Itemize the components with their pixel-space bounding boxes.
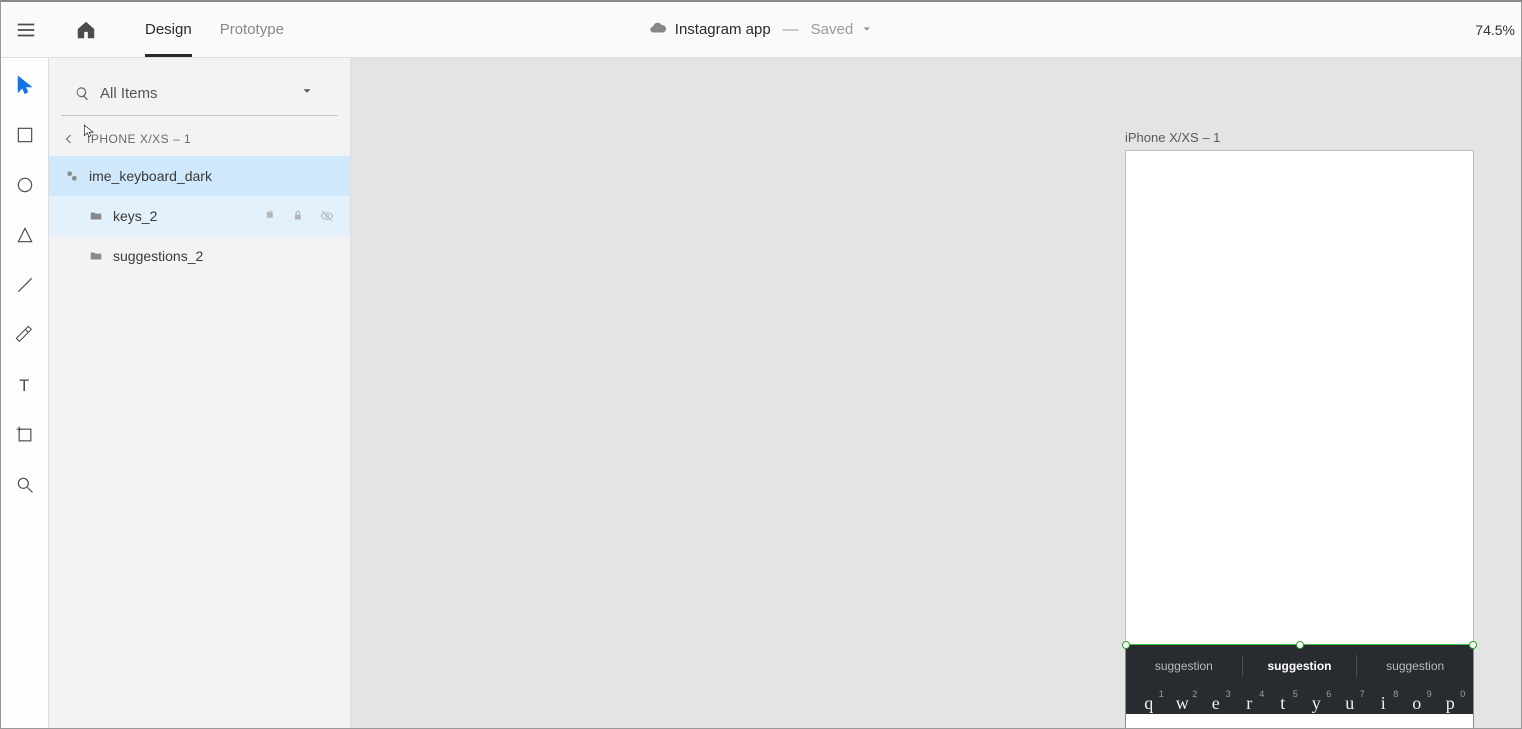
layers-filter[interactable]: All Items <box>61 72 338 116</box>
key-char: o <box>1412 693 1421 713</box>
folder-icon <box>87 249 105 263</box>
key-hint: 8 <box>1393 689 1398 699</box>
key-hint: 0 <box>1460 689 1465 699</box>
layer-name: suggestions_2 <box>113 248 350 264</box>
cloud-icon <box>649 19 667 40</box>
key-hint: 4 <box>1259 689 1264 699</box>
visibility-icon[interactable] <box>320 209 334 223</box>
layer-name: ime_keyboard_dark <box>89 168 350 184</box>
key-hint: 6 <box>1326 689 1331 699</box>
suggestion-right: suggestion <box>1357 645 1473 687</box>
suggestion-middle: suggestion <box>1242 645 1358 687</box>
key-hint: 7 <box>1360 689 1365 699</box>
export-icon[interactable] <box>264 209 278 223</box>
suggestion-row: suggestion suggestion suggestion <box>1126 645 1473 687</box>
document-title-group[interactable]: Instagram app — Saved <box>649 19 873 40</box>
mode-tabs: Design Prototype <box>131 2 298 57</box>
tab-design[interactable]: Design <box>131 2 206 57</box>
layer-row-suggestions-2[interactable]: suggestions_2 <box>49 236 350 276</box>
ellipse-tool[interactable] <box>12 172 38 198</box>
document-title: Instagram app <box>675 21 771 38</box>
keyboard-component[interactable]: suggestion suggestion suggestion 1q 2w 3… <box>1126 645 1473 714</box>
key-hint: 2 <box>1192 689 1197 699</box>
component-icon <box>63 169 81 183</box>
artboard-iphone[interactable] <box>1125 150 1474 728</box>
rectangle-tool[interactable] <box>12 122 38 148</box>
lock-icon[interactable] <box>292 209 306 223</box>
layer-name: keys_2 <box>113 208 264 224</box>
chevron-down-icon <box>861 22 873 38</box>
layers-filter-label: All Items <box>100 85 300 102</box>
tab-prototype[interactable]: Prototype <box>206 2 298 57</box>
hamburger-menu-button[interactable] <box>1 2 51 57</box>
key-char: u <box>1345 693 1354 713</box>
key-char: e <box>1212 693 1220 713</box>
chevron-left-icon <box>63 133 75 145</box>
separator-dash: — <box>783 21 799 39</box>
key-hint: 1 <box>1159 689 1164 699</box>
layer-row-keys-2[interactable]: keys_2 <box>49 196 350 236</box>
zoom-tool[interactable] <box>12 472 38 498</box>
key-hint: 9 <box>1427 689 1432 699</box>
key-char: r <box>1246 693 1252 713</box>
pen-tool[interactable] <box>12 322 38 348</box>
text-tool[interactable]: T <box>12 372 38 398</box>
line-tool[interactable] <box>12 272 38 298</box>
key-char: q <box>1144 693 1153 713</box>
app-window: Design Prototype Instagram app — Saved 7… <box>0 0 1522 729</box>
svg-text:T: T <box>19 376 29 395</box>
key-char: t <box>1280 693 1285 713</box>
canvas[interactable]: iPhone X/XS – 1 suggestion suggestion su… <box>351 58 1521 728</box>
top-bar: Design Prototype Instagram app — Saved 7… <box>1 2 1521 58</box>
key-row-1: 1q 2w 3e 4r 5t 6y 7u 8i 9o 0p <box>1126 687 1473 714</box>
layers-panel: All Items IPHONE X/XS – 1 ime_keyboard_d… <box>49 58 351 728</box>
key-char: w <box>1176 693 1189 713</box>
home-button[interactable] <box>61 2 111 57</box>
key-char: p <box>1446 693 1455 713</box>
breadcrumb-label: IPHONE X/XS – 1 <box>87 132 191 146</box>
key-hint: 3 <box>1226 689 1231 699</box>
key-hint: 5 <box>1293 689 1298 699</box>
polygon-tool[interactable] <box>12 222 38 248</box>
select-tool[interactable] <box>12 72 38 98</box>
save-status: Saved <box>811 21 854 38</box>
zoom-level[interactable]: 74.5% <box>1475 22 1515 38</box>
cursor-icon <box>82 122 96 145</box>
artboard-tool[interactable] <box>12 422 38 448</box>
suggestion-left: suggestion <box>1126 645 1242 687</box>
layer-actions <box>264 209 350 223</box>
key-char: i <box>1381 693 1386 713</box>
main-area: T All Items IPHONE X/XS – 1 ime_keyboard… <box>1 58 1521 728</box>
artboard-label[interactable]: iPhone X/XS – 1 <box>1125 130 1220 145</box>
folder-icon <box>87 209 105 223</box>
tool-rail: T <box>1 58 49 728</box>
chevron-down-icon <box>300 84 324 103</box>
search-icon <box>75 86 90 101</box>
layer-row-ime-keyboard-dark[interactable]: ime_keyboard_dark <box>49 156 350 196</box>
key-char: y <box>1312 693 1321 713</box>
